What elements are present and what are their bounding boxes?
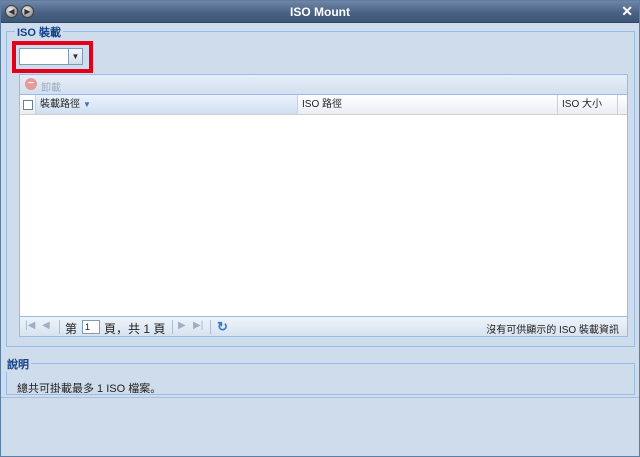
- column-header-mount-path[interactable]: 裝載路徑 ▼: [36, 95, 298, 114]
- header-select-all[interactable]: [20, 95, 36, 114]
- prev-page-icon[interactable]: ◀: [42, 320, 50, 331]
- grid-toolbar: − 卸載: [20, 75, 627, 95]
- last-page-icon[interactable]: ▶|: [193, 320, 203, 331]
- iso-select-combo[interactable]: ▼: [19, 48, 83, 65]
- refresh-icon[interactable]: ↻: [217, 319, 228, 335]
- column-label: ISO 大小: [562, 99, 603, 110]
- window-title: ISO Mount: [290, 5, 350, 19]
- unmount-button[interactable]: 卸載: [41, 79, 61, 94]
- separator: [210, 320, 211, 334]
- column-header-iso-size[interactable]: ISO 大小: [558, 95, 618, 114]
- column-label: ISO 路徑: [302, 99, 343, 110]
- select-all-checkbox[interactable]: [23, 100, 33, 110]
- page-number-input[interactable]: 1: [82, 320, 100, 334]
- close-icon[interactable]: ✕: [621, 3, 633, 20]
- title-bar: ◀ ▶ ISO Mount ✕: [1, 1, 639, 23]
- first-page-icon[interactable]: |◀: [25, 320, 35, 331]
- description-legend: 說明: [5, 356, 31, 372]
- description-text: 總共可掛載最多 1 ISO 檔案。: [17, 383, 162, 393]
- column-label: 裝載路徑: [40, 99, 80, 110]
- iso-mount-window: ◀ ▶ ISO Mount ✕ ISO 裝載 ▼ − 卸載 裝載路徑 ▼ ISO …: [0, 0, 640, 457]
- page-suffix: 頁，共 1 頁: [104, 322, 166, 336]
- footer-area: [1, 397, 639, 456]
- paging-info: 沒有可供顯示的 ISO 裝載資訊: [486, 325, 619, 336]
- separator: [59, 320, 60, 334]
- sort-down-icon[interactable]: ▼: [83, 100, 91, 109]
- chevron-down-icon[interactable]: ▼: [68, 49, 82, 64]
- next-page-icon[interactable]: ▶: [178, 320, 186, 331]
- grid-header: 裝載路徑 ▼ ISO 路徑 ISO 大小: [20, 95, 627, 115]
- unmount-icon: −: [25, 78, 37, 90]
- iso-mount-legend: ISO 裝載: [15, 24, 64, 40]
- column-header-iso-path[interactable]: ISO 路徑: [298, 95, 558, 114]
- mount-grid: − 卸載 裝載路徑▼ ISO 路徑 ISO 大小 |◀ ◀ 第 1 頁，共 1: [19, 74, 628, 337]
- grid-body: [20, 115, 627, 314]
- description-fieldset: 說明 總共可掛載最多 1 ISO 檔案。: [5, 356, 635, 395]
- separator: [172, 320, 173, 334]
- paging-toolbar: |◀ ◀ 第 1 頁，共 1 頁 ▶ ▶| ↻ 沒有可供顯示的 ISO 裝載資訊: [20, 316, 627, 336]
- page-prefix: 第: [65, 322, 78, 336]
